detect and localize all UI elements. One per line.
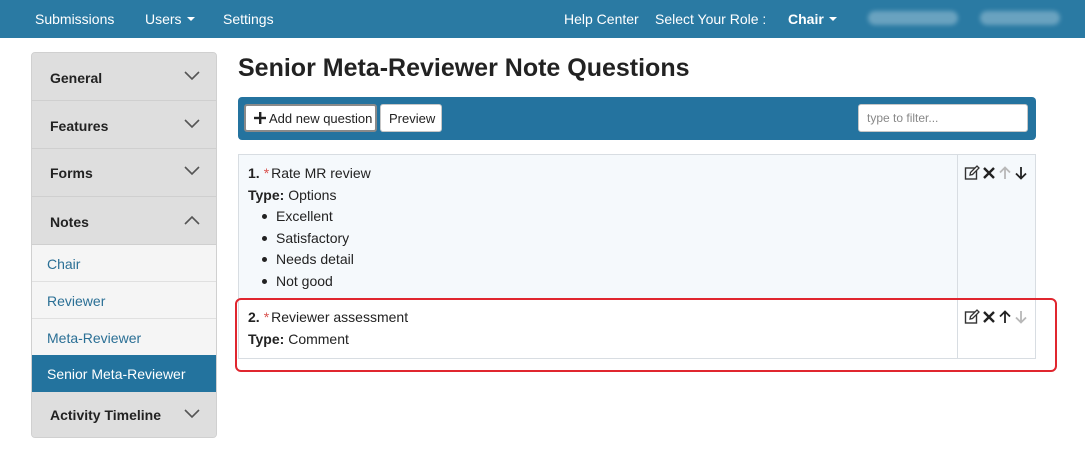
required-marker: * bbox=[263, 165, 270, 181]
preview-button[interactable]: Preview bbox=[380, 104, 442, 132]
role-select-label: Select Your Role : bbox=[655, 11, 767, 27]
caret-down-icon bbox=[828, 17, 837, 22]
nav-users-label: Users bbox=[145, 11, 182, 27]
sidebar-section-label: Notes bbox=[50, 214, 89, 230]
preview-label: Preview bbox=[389, 111, 436, 126]
required-marker: * bbox=[263, 309, 270, 325]
top-navbar: Submissions Users Settings Help Center S… bbox=[0, 0, 1085, 38]
sidebar-section-label: Features bbox=[50, 118, 109, 134]
sidebar-item-label: Reviewer bbox=[47, 293, 106, 309]
edit-icon[interactable] bbox=[964, 309, 980, 325]
edit-icon[interactable] bbox=[964, 165, 980, 181]
question-row: 2. * Reviewer assessment Type: Comment bbox=[239, 299, 1035, 358]
question-heading: 1. * Rate MR review bbox=[248, 165, 371, 181]
column-divider bbox=[957, 155, 958, 298]
sidebar-section-forms[interactable]: Forms bbox=[32, 149, 216, 197]
questions-toolbar: Add new question Preview bbox=[238, 97, 1036, 140]
settings-sidebar: General Features Forms Notes Chair Revie… bbox=[31, 52, 217, 438]
add-question-label: Add new question bbox=[269, 111, 373, 126]
sidebar-section-notes[interactable]: Notes bbox=[32, 197, 216, 245]
option-item: Not good bbox=[262, 273, 354, 295]
question-number: 1. bbox=[248, 165, 260, 181]
sidebar-section-activity-timeline[interactable]: Activity Timeline bbox=[32, 392, 216, 437]
filter-input[interactable] bbox=[858, 104, 1028, 132]
question-actions bbox=[964, 309, 1032, 325]
move-up-icon bbox=[999, 166, 1011, 179]
question-type-label: Type: bbox=[248, 331, 285, 347]
sidebar-section-features[interactable]: Features bbox=[32, 101, 216, 149]
question-text: Reviewer assessment bbox=[271, 309, 409, 325]
chevron-down-icon bbox=[184, 119, 200, 129]
sidebar-section-label: General bbox=[50, 70, 103, 86]
sidebar-item-label: Senior Meta-Reviewer bbox=[47, 366, 186, 382]
sidebar-section-label: Forms bbox=[50, 165, 93, 181]
sidebar-item-reviewer[interactable]: Reviewer bbox=[32, 282, 216, 319]
move-up-icon[interactable] bbox=[997, 309, 1013, 325]
question-text: Rate MR review bbox=[271, 165, 371, 181]
move-down-icon[interactable] bbox=[1013, 165, 1029, 181]
move-down-icon bbox=[1015, 311, 1027, 324]
chevron-up-icon bbox=[184, 215, 200, 225]
delete-icon[interactable] bbox=[981, 165, 997, 181]
plus-icon bbox=[254, 112, 266, 124]
question-type: Type: Options bbox=[248, 187, 336, 203]
question-type-value: Comment bbox=[288, 331, 349, 347]
sidebar-item-senior-meta-reviewer[interactable]: Senior Meta-Reviewer bbox=[32, 355, 216, 392]
question-actions bbox=[964, 165, 1032, 181]
option-item: Satisfactory bbox=[262, 230, 354, 252]
question-type-label: Type: bbox=[248, 187, 285, 203]
question-number: 2. bbox=[248, 309, 260, 325]
nav-submissions[interactable]: Submissions bbox=[35, 11, 114, 27]
nav-users[interactable]: Users bbox=[145, 11, 195, 27]
nav-help-center[interactable]: Help Center bbox=[564, 11, 639, 27]
question-type-value: Options bbox=[288, 187, 337, 203]
column-divider bbox=[957, 299, 958, 358]
account-menu-obscured[interactable] bbox=[980, 11, 1060, 25]
sidebar-section-general[interactable]: General bbox=[32, 53, 216, 101]
page-title: Senior Meta-Reviewer Note Questions bbox=[238, 54, 690, 82]
question-type: Type: Comment bbox=[248, 331, 349, 347]
delete-icon[interactable] bbox=[981, 309, 997, 325]
role-dropdown[interactable]: Chair bbox=[788, 11, 837, 27]
nav-settings[interactable]: Settings bbox=[223, 11, 274, 27]
role-value: Chair bbox=[788, 11, 824, 27]
question-row: 1. * Rate MR review Type: Options Excellen… bbox=[239, 155, 1035, 299]
sidebar-item-chair[interactable]: Chair bbox=[32, 245, 216, 282]
chevron-down-icon bbox=[184, 166, 200, 176]
sidebar-item-label: Chair bbox=[47, 256, 81, 272]
chevron-down-icon bbox=[184, 409, 200, 419]
chevron-down-icon bbox=[184, 71, 200, 81]
option-item: Needs detail bbox=[262, 251, 354, 273]
sidebar-item-meta-reviewer[interactable]: Meta-Reviewer bbox=[32, 319, 216, 356]
sidebar-item-label: Meta-Reviewer bbox=[47, 330, 142, 346]
caret-down-icon bbox=[186, 17, 195, 22]
questions-table: 1. * Rate MR review Type: Options Excellen… bbox=[238, 154, 1036, 359]
user-menu-obscured[interactable] bbox=[868, 11, 958, 25]
question-options-list: Excellent Satisfactory Needs detail Not … bbox=[262, 208, 354, 295]
add-question-button[interactable]: Add new question bbox=[244, 104, 377, 132]
option-item: Excellent bbox=[262, 208, 354, 230]
sidebar-section-label: Activity Timeline bbox=[50, 407, 162, 423]
question-heading: 2. * Reviewer assessment bbox=[248, 309, 408, 325]
